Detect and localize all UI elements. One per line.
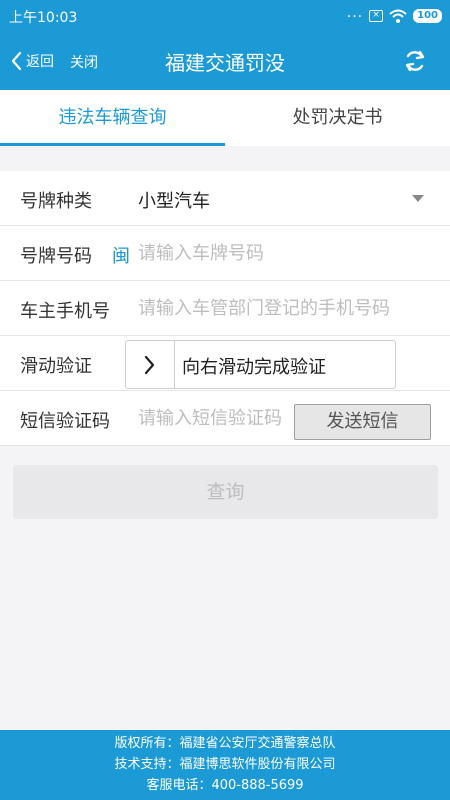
chevron-right-icon	[144, 355, 155, 374]
plate-number-input[interactable]	[138, 238, 428, 268]
status-time: 上午10:03	[9, 10, 78, 26]
slide-verify-handle[interactable]	[126, 341, 175, 388]
plate-number-row: 号牌号码 闽	[0, 226, 450, 281]
send-sms-button[interactable]: 发送短信	[294, 404, 431, 440]
slide-verify-label: 滑动验证	[20, 356, 92, 377]
page-title: 福建交通罚没	[165, 51, 285, 75]
dropdown-caret-icon[interactable]	[412, 195, 424, 202]
owner-phone-input[interactable]	[138, 293, 438, 323]
footer: 版权所有：福建省公安厅交通警察总队 技术支持：福建博思软件股份有限公司 客服电话…	[0, 730, 450, 800]
title-bar: 返回 关闭 福建交通罚没	[0, 32, 450, 90]
query-form: 号牌种类 小型汽车 号牌号码 闽 车主手机号 滑动验证 向右滑动完成验证 短信验…	[0, 171, 450, 446]
more-dots-icon: ...	[346, 5, 364, 21]
owner-phone-row: 车主手机号	[0, 281, 450, 336]
tab-penalty-decision[interactable]: 处罚决定书	[225, 90, 450, 146]
slide-verify-text: 向右滑动完成验证	[182, 357, 326, 378]
footer-hotline: 客服电话：400-888-5699	[146, 778, 304, 793]
footer-tech-support: 技术支持：福建博思软件股份有限公司	[114, 757, 336, 772]
sim-x-icon: ×	[369, 10, 384, 22]
sms-code-label: 短信验证码	[20, 411, 110, 432]
province-prefix-select[interactable]: 闽	[112, 242, 130, 268]
status-icons: ... × 100	[347, 6, 442, 26]
sms-code-row: 短信验证码 发送短信	[0, 391, 450, 446]
plate-number-label: 号牌号码	[20, 246, 92, 267]
slide-verify-row: 滑动验证 向右滑动完成验证	[0, 336, 450, 391]
tab-bar: 违法车辆查询 处罚决定书	[0, 90, 450, 146]
plate-type-row[interactable]: 号牌种类 小型汽车	[0, 171, 450, 226]
status-bar: 上午10:03 ... × 100	[0, 0, 450, 32]
slide-verify-track[interactable]: 向右滑动完成验证	[125, 340, 396, 389]
battery-icon: 100	[413, 9, 442, 23]
refresh-icon[interactable]	[402, 48, 428, 74]
plate-type-label: 号牌种类	[20, 191, 92, 212]
plate-type-select[interactable]: 小型汽车	[138, 187, 210, 213]
footer-copyright: 版权所有：福建省公安厅交通警察总队	[114, 736, 336, 751]
sms-code-input[interactable]	[138, 403, 293, 433]
query-button[interactable]: 查询	[13, 465, 438, 519]
wifi-icon	[389, 9, 407, 23]
owner-phone-label: 车主手机号	[20, 301, 110, 322]
tab-vehicle-query[interactable]: 违法车辆查询	[0, 90, 225, 146]
